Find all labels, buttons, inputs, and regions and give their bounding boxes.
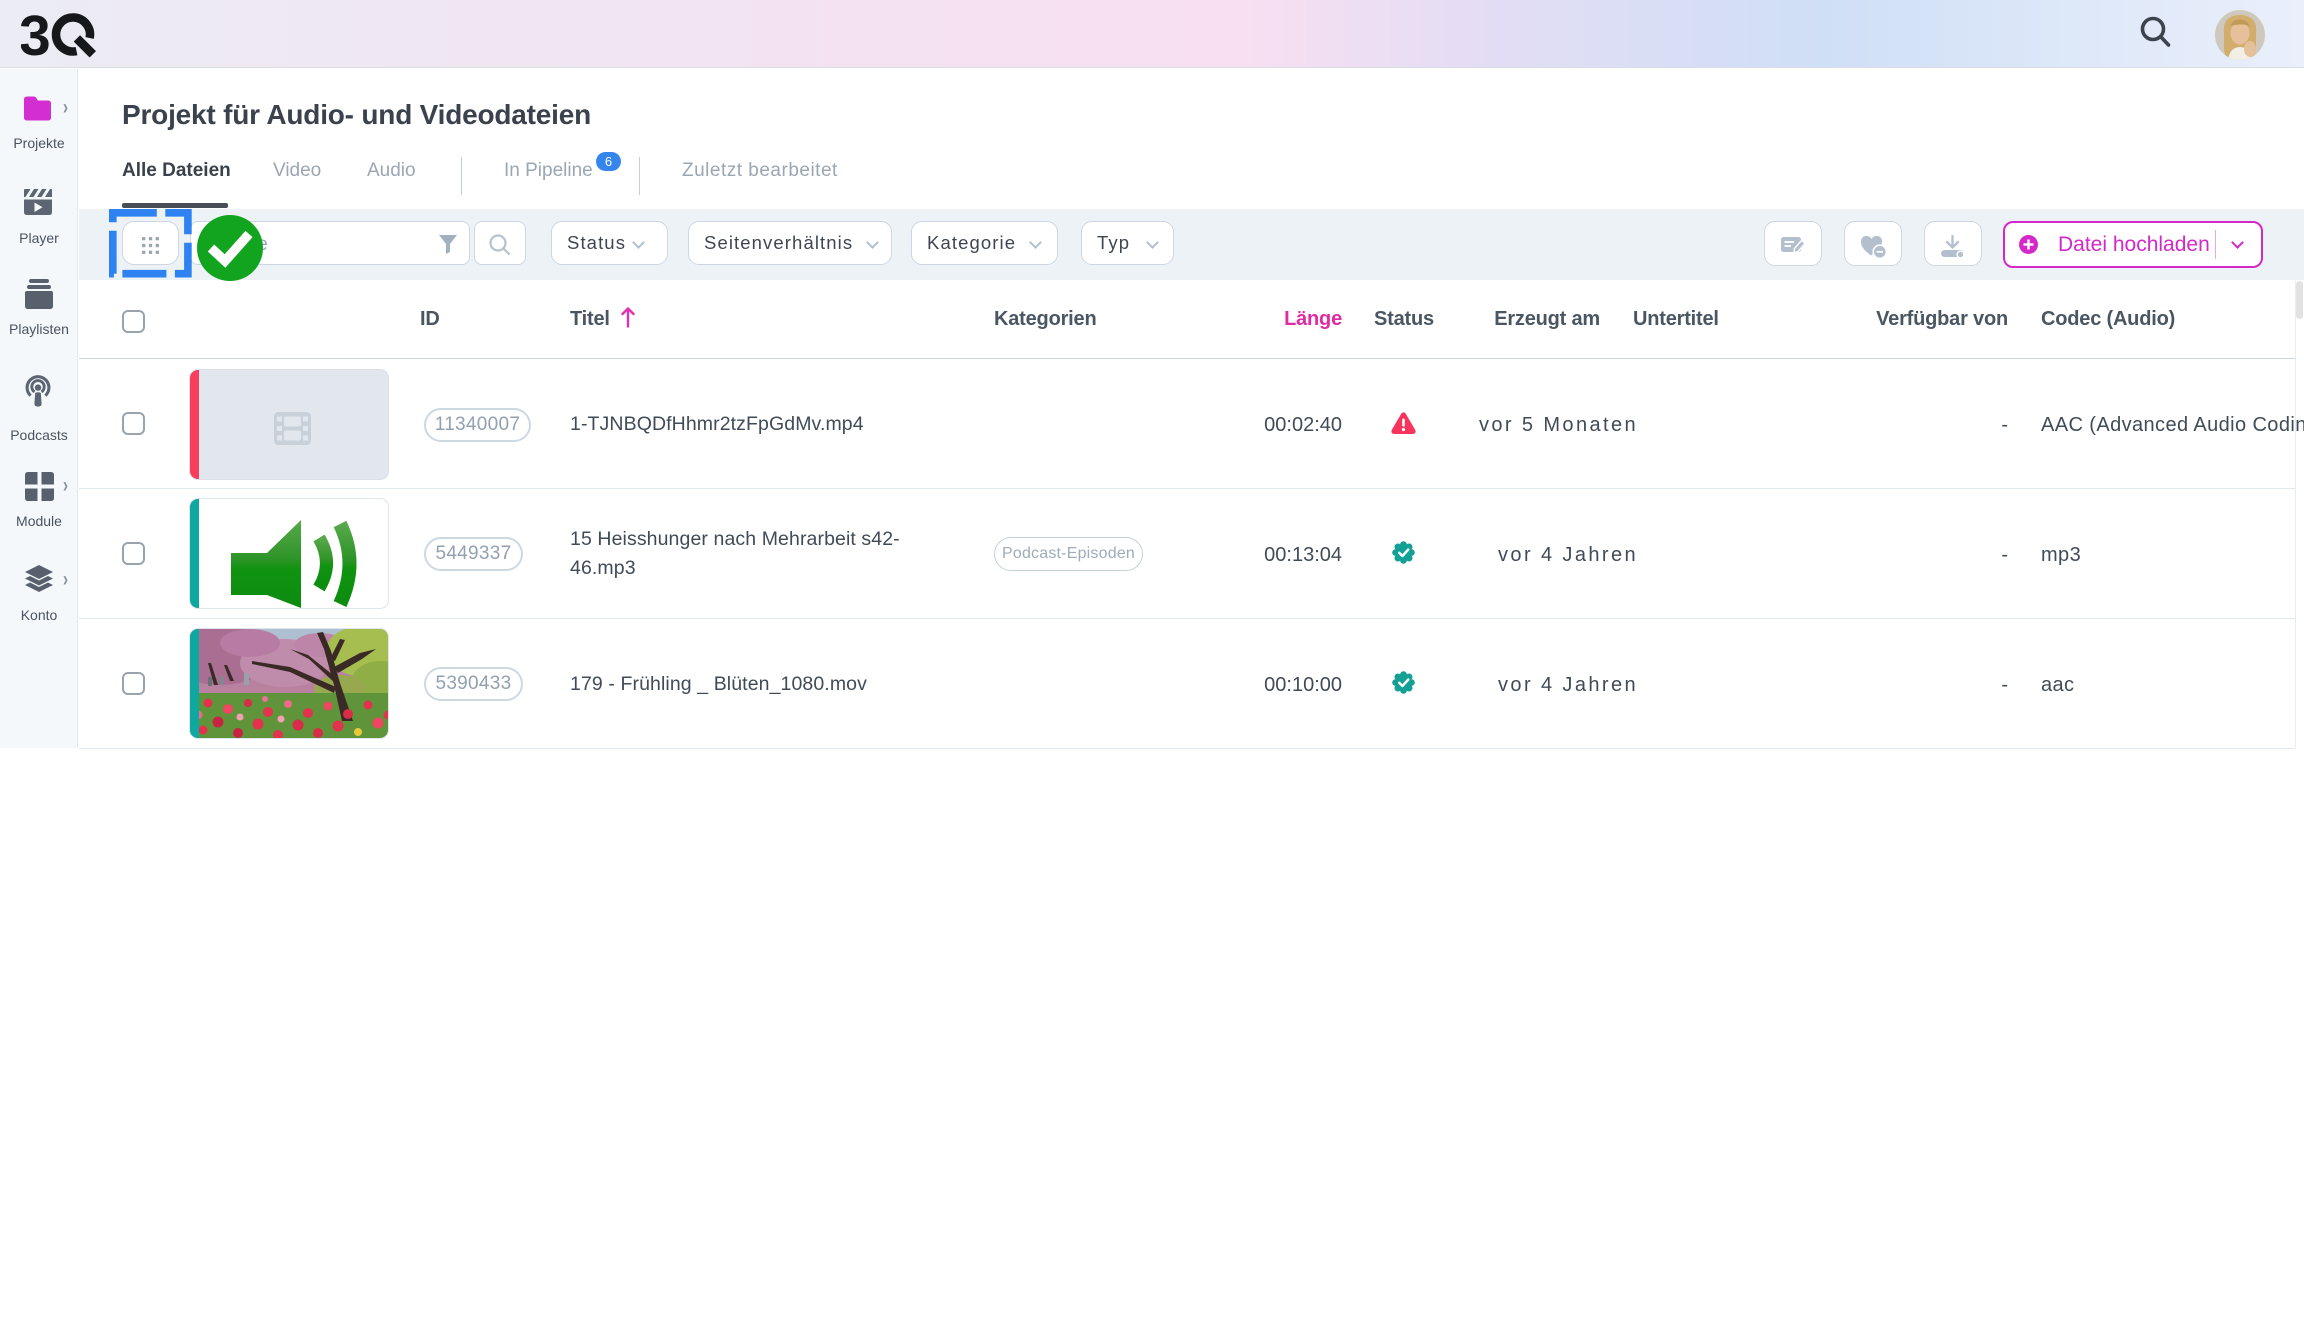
svg-text:3: 3 bbox=[21, 12, 51, 58]
